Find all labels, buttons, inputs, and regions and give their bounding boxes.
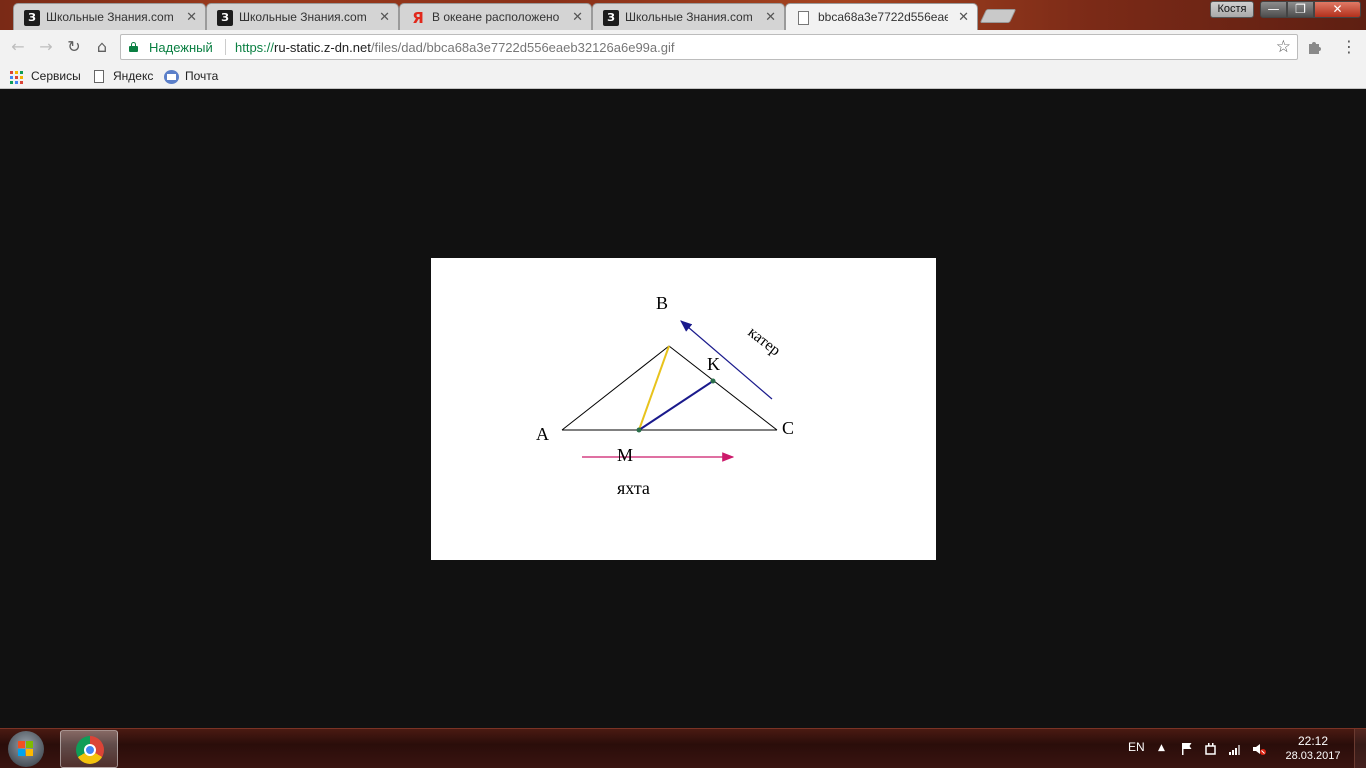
page-icon <box>798 11 809 25</box>
home-icon[interactable]: ⌂ <box>92 37 112 57</box>
address-bar[interactable]: Надежный https://ru-static.z-dn.net/file… <box>120 34 1298 60</box>
new-tab-button[interactable] <box>979 9 1017 23</box>
tab-znania-3[interactable]: З Школьные Знания.com ✕ <box>592 3 785 30</box>
bookmark-services[interactable]: Сервисы <box>10 68 85 86</box>
bookmark-label: Почта <box>185 69 219 83</box>
document-icon <box>94 70 104 83</box>
show-desktop-button[interactable] <box>1354 729 1366 768</box>
taskbar-chrome-button[interactable] <box>60 730 118 768</box>
action-center-flag-icon[interactable] <box>1180 742 1194 756</box>
label-B: B <box>656 293 668 313</box>
minimize-button[interactable]: — <box>1260 1 1287 18</box>
mail-icon <box>164 70 179 84</box>
page-viewport: A B C K M катер яхта <box>0 90 1366 728</box>
close-icon[interactable]: ✕ <box>379 9 390 25</box>
close-icon[interactable]: ✕ <box>765 9 776 25</box>
secure-label[interactable]: Надежный <box>149 40 213 55</box>
chrome-icon <box>76 736 104 764</box>
windows-taskbar: EN ▲ 22:12 28.03.2017 <box>0 728 1366 768</box>
clock-time: 22:12 <box>1297 734 1329 748</box>
close-icon[interactable]: ✕ <box>958 9 969 25</box>
label-C: C <box>782 418 794 438</box>
bookmark-mail[interactable]: Почта <box>164 68 224 86</box>
network-signal-icon[interactable] <box>1228 742 1242 756</box>
yandex-icon: Я <box>412 9 424 27</box>
point-M <box>636 427 642 433</box>
tray-expand-icon[interactable]: ▲ <box>1158 741 1165 755</box>
tab-gif-image[interactable]: bbca68a3e7722d556eaeb32126a6e99a.gif ✕ <box>785 3 978 31</box>
label-M: M <box>617 445 633 465</box>
omnibox-divider <box>225 39 226 55</box>
bookmarks-bar: Сервисы Яндекс Почта <box>0 64 1366 89</box>
label-boat: катер <box>745 324 784 360</box>
znania-icon: З <box>24 10 40 26</box>
close-window-button[interactable]: ✕ <box>1314 1 1361 18</box>
znania-icon: З <box>217 10 233 26</box>
reload-icon[interactable]: ↻ <box>64 37 84 57</box>
extension-puzzle-icon[interactable] <box>1306 38 1324 56</box>
displayed-image: A B C K M катер яхта <box>431 258 936 560</box>
tab-yandex[interactable]: Я В океане расположено ✕ <box>399 3 592 30</box>
browser-toolbar: ← → ↻ ⌂ Надежный https://ru-static.z-dn.… <box>0 30 1366 64</box>
bookmark-star-icon[interactable]: ☆ <box>1276 37 1291 57</box>
close-icon[interactable]: ✕ <box>186 9 197 25</box>
tab-title: Школьные Знания.com <box>625 10 753 24</box>
windows-logo-icon <box>18 741 34 757</box>
forward-arrow-icon[interactable]: → <box>36 37 56 57</box>
bookmark-label: Яндекс <box>113 69 154 83</box>
tab-title: Школьные Знания.com <box>239 10 367 24</box>
volume-muted-icon[interactable] <box>1252 742 1266 756</box>
maximize-button[interactable]: ❐ <box>1287 1 1314 18</box>
triangle-diagram: A B C K M катер яхта <box>536 293 794 498</box>
language-indicator[interactable]: EN <box>1128 740 1145 754</box>
label-A: A <box>536 424 549 444</box>
apps-icon <box>10 71 23 84</box>
segment-BM <box>638 345 670 431</box>
segment-MK <box>638 380 714 431</box>
clock-date: 28.03.2017 <box>1285 750 1341 762</box>
back-arrow-icon[interactable]: ← <box>8 37 28 57</box>
url-scheme: https:// <box>235 40 275 55</box>
start-button[interactable] <box>8 731 44 767</box>
profile-button[interactable]: Костя <box>1210 1 1254 18</box>
point-K <box>710 378 716 384</box>
close-icon[interactable]: ✕ <box>572 9 583 25</box>
label-K: K <box>707 354 720 374</box>
title-bar: З Школьные Знания.com ✕ З Школьные Знани… <box>0 0 1366 31</box>
side-BC <box>668 345 778 431</box>
power-icon[interactable] <box>1204 742 1218 756</box>
system-clock[interactable]: 22:12 28.03.2017 <box>1284 734 1342 764</box>
znania-icon: З <box>603 10 619 26</box>
bookmark-yandex[interactable]: Яндекс <box>92 68 157 86</box>
menu-icon[interactable]: ⋮ <box>1341 38 1357 56</box>
tab-znania-2[interactable]: З Школьные Знания.com ✕ <box>206 3 399 30</box>
tab-title: bbca68a3e7722d556eaeb32126a6e99a.gif <box>818 10 948 24</box>
label-yacht: яхта <box>617 478 650 498</box>
url-host: ru-static.z-dn.net <box>274 40 371 55</box>
tab-title: Школьные Знания.com <box>46 10 174 24</box>
tab-znania-1[interactable]: З Школьные Знания.com ✕ <box>13 3 206 30</box>
tab-title: В океане расположено <box>432 10 560 24</box>
url-text[interactable]: https://ru-static.z-dn.net/files/dad/bbc… <box>235 40 674 55</box>
bookmark-label: Сервисы <box>31 69 81 83</box>
url-path: /files/dad/bbca68a3e7722d556eaeb32126a6e… <box>370 40 675 55</box>
lock-icon <box>129 42 138 52</box>
